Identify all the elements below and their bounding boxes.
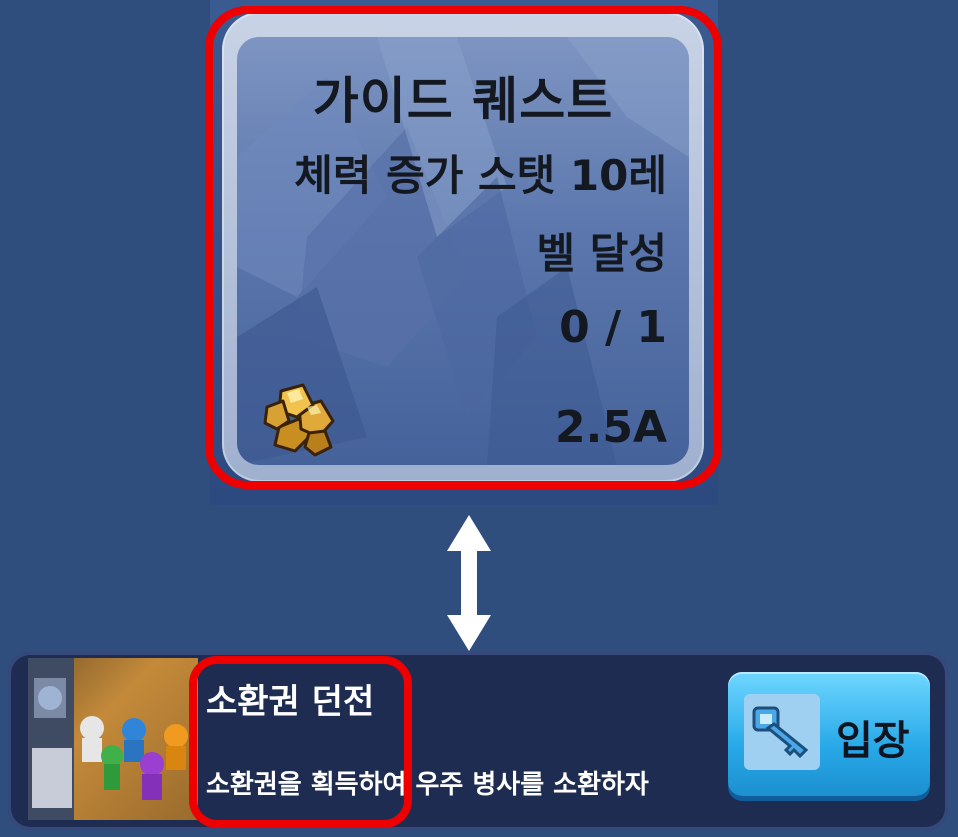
dungeon-thumbnail xyxy=(28,658,198,820)
enter-button-label: 입장 xyxy=(836,718,910,764)
double-arrow-icon xyxy=(447,515,491,651)
dungeon-highlight-box xyxy=(189,656,412,828)
key-icon xyxy=(744,694,820,770)
quest-highlight-box xyxy=(205,6,722,489)
enter-button[interactable]: 입장 xyxy=(728,672,930,796)
dungeon-panel: 소환권 던전 소환권을 획득하여 우주 병사를 소환하자 입장 xyxy=(8,652,948,830)
